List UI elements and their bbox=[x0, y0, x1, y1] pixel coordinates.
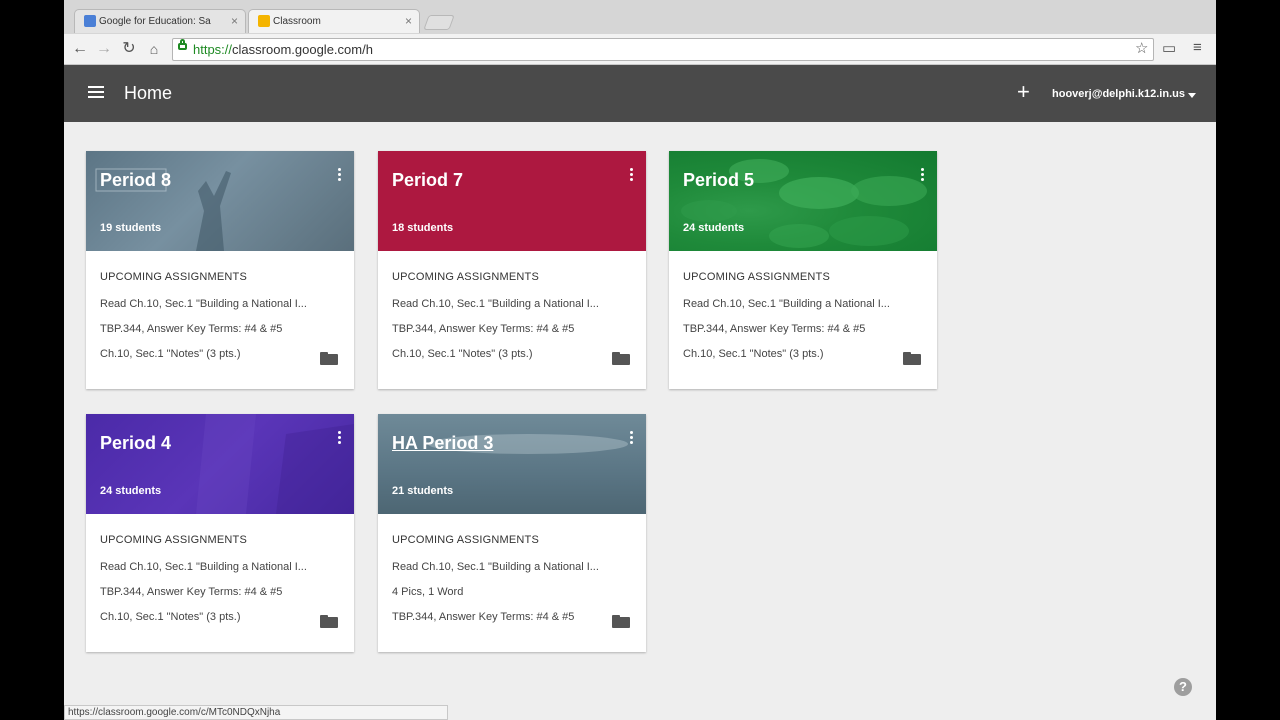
tab-title: Google for Education: Sa bbox=[99, 16, 211, 27]
more-options-icon[interactable] bbox=[630, 431, 634, 447]
close-tab-icon[interactable]: × bbox=[231, 14, 238, 28]
reload-icon[interactable]: ↻ bbox=[119, 39, 139, 59]
close-tab-icon[interactable]: × bbox=[405, 14, 412, 28]
banner-pattern-icon bbox=[196, 414, 354, 514]
assignment-item[interactable]: Read Ch.10, Sec.1 "Building a National I… bbox=[683, 298, 903, 310]
class-banner: HA Period 3 21 students bbox=[378, 414, 646, 514]
main-menu-icon[interactable] bbox=[88, 86, 104, 100]
student-count: 18 students bbox=[392, 222, 454, 234]
browser-toolbar: ← → ↻ ⌂ https://classroom.google.com/h ☆… bbox=[64, 34, 1216, 65]
assignment-item[interactable]: Ch.10, Sec.1 "Notes" (3 pts.) bbox=[683, 348, 903, 360]
classroom-header: Home + hooverj@delphi.k12.in.us bbox=[64, 65, 1216, 122]
student-count: 24 students bbox=[683, 222, 745, 234]
chrome-menu-icon[interactable]: ≡ bbox=[1193, 39, 1202, 56]
class-banner: Period 4 24 students bbox=[86, 414, 354, 514]
lock-icon bbox=[178, 39, 187, 50]
add-class-button[interactable]: + bbox=[1017, 79, 1030, 105]
banner-figure-icon bbox=[95, 168, 231, 251]
student-count: 24 students bbox=[100, 485, 162, 497]
assignment-item[interactable]: Read Ch.10, Sec.1 "Building a National I… bbox=[100, 298, 320, 310]
status-bar-url: https://classroom.google.com/c/MTc0NDQxN… bbox=[64, 705, 448, 720]
student-count: 19 students bbox=[100, 222, 162, 234]
student-count: 21 students bbox=[392, 485, 454, 497]
assignment-item[interactable]: Read Ch.10, Sec.1 "Building a National I… bbox=[100, 561, 320, 573]
class-title[interactable]: HA Period 3 bbox=[392, 433, 493, 454]
class-title[interactable]: Period 7 bbox=[392, 170, 463, 191]
assignment-item[interactable]: TBP.344, Answer Key Terms: #4 & #5 bbox=[100, 586, 320, 598]
help-icon[interactable]: ? bbox=[1174, 678, 1192, 696]
browser-window: Google for Education: Sa × Classroom × ←… bbox=[64, 0, 1216, 720]
class-card-ha-period-3[interactable]: HA Period 3 21 students UPCOMING ASSIGNM… bbox=[378, 414, 646, 652]
assignment-item[interactable]: TBP.344, Answer Key Terms: #4 & #5 bbox=[683, 323, 903, 335]
folder-icon[interactable] bbox=[903, 352, 921, 365]
assignment-item[interactable]: Read Ch.10, Sec.1 "Building a National I… bbox=[392, 298, 612, 310]
folder-icon[interactable] bbox=[612, 352, 630, 365]
upcoming-assignments-label: UPCOMING ASSIGNMENTS bbox=[100, 534, 248, 546]
upcoming-assignments-label: UPCOMING ASSIGNMENTS bbox=[392, 271, 540, 283]
folder-icon[interactable] bbox=[320, 615, 338, 628]
more-options-icon[interactable] bbox=[338, 168, 342, 184]
assignment-item[interactable]: Ch.10, Sec.1 "Notes" (3 pts.) bbox=[100, 611, 320, 623]
folder-icon[interactable] bbox=[320, 352, 338, 365]
upcoming-assignments-label: UPCOMING ASSIGNMENTS bbox=[100, 271, 248, 283]
account-email[interactable]: hooverj@delphi.k12.in.us bbox=[1052, 88, 1185, 100]
class-card-period-4[interactable]: Period 4 24 students UPCOMING ASSIGNMENT… bbox=[86, 414, 354, 652]
class-card-period-7[interactable]: Period 7 18 students UPCOMING ASSIGNMENT… bbox=[378, 151, 646, 389]
tab-strip: Google for Education: Sa × Classroom × bbox=[64, 0, 1216, 35]
tab-title: Classroom bbox=[273, 16, 321, 27]
class-title[interactable]: Period 5 bbox=[683, 170, 754, 191]
assignment-item[interactable]: TBP.344, Answer Key Terms: #4 & #5 bbox=[392, 611, 612, 623]
back-arrow-icon[interactable]: ← bbox=[70, 39, 90, 59]
bookmark-star-icon[interactable]: ☆ bbox=[1135, 39, 1148, 57]
assignment-item[interactable]: TBP.344, Answer Key Terms: #4 & #5 bbox=[100, 323, 320, 335]
page-title: Home bbox=[124, 83, 173, 103]
classroom-favicon-icon bbox=[258, 15, 270, 27]
class-banner: Period 7 18 students bbox=[378, 151, 646, 251]
url-text: https://classroom.google.com/h bbox=[193, 42, 373, 57]
class-card-period-5[interactable]: Period 5 24 students UPCOMING ASSIGNMENT… bbox=[669, 151, 937, 389]
upcoming-assignments-label: UPCOMING ASSIGNMENTS bbox=[683, 271, 831, 283]
banner-pattern-icon bbox=[681, 159, 927, 248]
more-options-icon[interactable] bbox=[338, 431, 342, 447]
tab-classroom[interactable]: Classroom × bbox=[248, 9, 420, 33]
class-banner: Period 8 19 students bbox=[86, 151, 354, 251]
more-options-icon[interactable] bbox=[630, 168, 634, 184]
upcoming-assignments-label: UPCOMING ASSIGNMENTS bbox=[392, 534, 540, 546]
class-banner: Period 5 24 students bbox=[669, 151, 937, 251]
assignment-item[interactable]: TBP.344, Answer Key Terms: #4 & #5 bbox=[392, 323, 612, 335]
class-title[interactable]: Period 4 bbox=[100, 433, 171, 454]
home-icon[interactable]: ⌂ bbox=[144, 39, 164, 59]
assignment-item[interactable]: 4 Pics, 1 Word bbox=[392, 586, 612, 598]
class-card-period-8[interactable]: Period 8 19 students UPCOMING ASSIGNMENT… bbox=[86, 151, 354, 389]
assignment-item[interactable]: Read Ch.10, Sec.1 "Building a National I… bbox=[392, 561, 612, 573]
more-options-icon[interactable] bbox=[921, 168, 925, 184]
new-tab-button[interactable] bbox=[423, 15, 455, 30]
google-favicon-icon bbox=[84, 15, 96, 27]
folder-icon[interactable] bbox=[612, 615, 630, 628]
assignment-item[interactable]: Ch.10, Sec.1 "Notes" (3 pts.) bbox=[392, 348, 612, 360]
assignment-item[interactable]: Ch.10, Sec.1 "Notes" (3 pts.) bbox=[100, 348, 320, 360]
address-bar[interactable]: https://classroom.google.com/h bbox=[172, 38, 1154, 61]
banner-pattern-icon bbox=[428, 434, 628, 454]
tab-google-for-education[interactable]: Google for Education: Sa × bbox=[74, 9, 246, 33]
forward-arrow-icon[interactable]: → bbox=[94, 39, 114, 59]
account-dropdown-icon[interactable] bbox=[1188, 93, 1196, 98]
class-title[interactable]: Period 8 bbox=[100, 170, 171, 191]
cast-icon[interactable]: ▭ bbox=[1162, 39, 1176, 57]
